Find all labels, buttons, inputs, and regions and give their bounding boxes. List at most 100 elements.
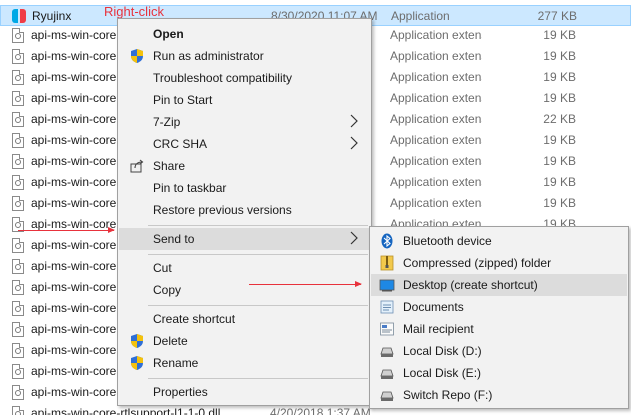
file-name: api-ms-win-core — [31, 322, 117, 336]
menu-item-share[interactable]: Share — [119, 155, 370, 177]
file-name: api-ms-win-core — [31, 49, 117, 63]
dll-file-icon — [12, 238, 24, 253]
context-menu: Open Run as administrator Troubleshoot c… — [117, 18, 372, 406]
send-to-desktop[interactable]: Desktop (create shortcut) — [371, 274, 627, 296]
file-name: api-ms-win-core — [31, 364, 117, 378]
desktop-icon — [379, 279, 395, 292]
uac-shield-icon — [131, 356, 143, 370]
chevron-right-icon — [350, 114, 358, 128]
menu-item-crc-sha[interactable]: CRC SHA — [119, 133, 370, 155]
menu-item-label: Properties — [153, 385, 208, 399]
file-name: api-ms-win-core — [31, 70, 117, 84]
dll-file-icon — [12, 70, 24, 85]
file-name: api-ms-win-core — [31, 91, 117, 105]
menu-item-copy[interactable]: Copy — [119, 279, 370, 301]
menu-item-label: CRC SHA — [153, 137, 208, 151]
send-to-local-disk-e[interactable]: Local Disk (E:) — [371, 362, 627, 384]
file-type: Application extens... — [390, 133, 482, 147]
file-name: api-ms-win-core — [31, 301, 117, 315]
submenu-item-label: Local Disk (D:) — [403, 344, 482, 358]
send-to-documents[interactable]: Documents — [371, 296, 627, 318]
menu-item-label: Run as administrator — [153, 49, 264, 63]
file-size: 19 KB — [543, 154, 576, 168]
menu-separator — [148, 254, 368, 255]
annotation-arrow — [18, 227, 115, 233]
documents-icon — [380, 300, 394, 314]
zip-folder-icon — [380, 255, 394, 271]
annotation-arrow — [249, 281, 362, 287]
send-to-mail[interactable]: Mail recipient — [371, 318, 627, 340]
share-icon — [130, 159, 144, 173]
menu-item-label: Troubleshoot compatibility — [153, 71, 292, 85]
dll-file-icon — [12, 196, 24, 211]
file-name: api-ms-win-core — [31, 280, 117, 294]
file-size: 19 KB — [543, 70, 576, 84]
menu-item-troubleshoot[interactable]: Troubleshoot compatibility — [119, 67, 370, 89]
menu-item-label: Send to — [153, 232, 195, 246]
file-name: api-ms-win-core — [31, 175, 117, 189]
file-size: 19 KB — [543, 91, 576, 105]
submenu-item-label: Bluetooth device — [403, 234, 492, 248]
menu-item-label: 7-Zip — [153, 115, 181, 129]
file-name: api-ms-win-core — [31, 28, 117, 42]
dll-file-icon — [12, 406, 24, 415]
file-size: 19 KB — [543, 28, 576, 42]
dll-file-icon — [12, 301, 24, 316]
menu-separator — [148, 305, 368, 306]
send-to-zip[interactable]: Compressed (zipped) folder — [371, 252, 627, 274]
menu-item-create-shortcut[interactable]: Create shortcut — [119, 308, 370, 330]
menu-item-label: Rename — [153, 356, 199, 370]
menu-item-label: Pin to taskbar — [153, 181, 227, 195]
file-name: api-ms-win-core — [31, 133, 117, 147]
menu-item-pin-taskbar[interactable]: Pin to taskbar — [119, 177, 370, 199]
submenu-item-label: Mail recipient — [403, 322, 474, 336]
menu-item-label: Pin to Start — [153, 93, 213, 107]
file-type: Application — [391, 9, 450, 23]
send-to-switch-repo[interactable]: Switch Repo (F:) — [371, 384, 627, 406]
menu-item-pin-start[interactable]: Pin to Start — [119, 89, 370, 111]
dll-file-icon — [12, 28, 24, 43]
dll-file-icon — [12, 49, 24, 64]
file-name: api-ms-win-core — [31, 385, 117, 399]
menu-item-properties[interactable]: Properties — [119, 381, 370, 403]
file-name: api-ms-win-core — [31, 154, 117, 168]
menu-item-send-to[interactable]: Send to — [119, 228, 370, 250]
menu-separator — [148, 225, 368, 226]
menu-item-label: Delete — [153, 334, 188, 348]
menu-item-cut[interactable]: Cut — [119, 257, 370, 279]
menu-item-label: Cut — [153, 261, 172, 275]
mail-icon — [380, 322, 394, 336]
chevron-right-icon — [350, 136, 358, 150]
menu-item-run-as-admin[interactable]: Run as administrator — [119, 45, 370, 67]
uac-shield-icon — [131, 334, 143, 348]
send-to-bluetooth[interactable]: Bluetooth device — [371, 230, 627, 252]
menu-item-label: Copy — [153, 283, 182, 297]
file-size: 19 KB — [543, 133, 576, 147]
dll-file-icon — [12, 385, 24, 400]
dll-file-icon — [12, 112, 24, 127]
dll-file-icon — [12, 280, 24, 295]
menu-item-label: Share — [153, 159, 186, 173]
menu-item-rename[interactable]: Rename — [119, 352, 370, 374]
file-type: Application extens... — [390, 28, 482, 42]
file-type: Application extens... — [390, 112, 482, 126]
dll-file-icon — [12, 133, 24, 148]
file-name: api-ms-win-core — [31, 196, 117, 210]
uac-shield-icon — [131, 49, 143, 63]
bluetooth-icon — [381, 233, 393, 249]
menu-item-label: Restore previous versions — [153, 203, 292, 217]
menu-item-restore-versions[interactable]: Restore previous versions — [119, 199, 370, 221]
chevron-right-icon — [350, 231, 358, 245]
menu-item-open[interactable]: Open — [119, 23, 370, 45]
file-type: Application extens... — [390, 70, 482, 84]
menu-item-7zip[interactable]: 7-Zip — [119, 111, 370, 133]
file-size: 19 KB — [543, 175, 576, 189]
ryujinx-app-icon — [12, 9, 26, 23]
send-to-local-disk-d[interactable]: Local Disk (D:) — [371, 340, 627, 362]
dll-file-icon — [12, 154, 24, 169]
file-type: Application extens... — [390, 154, 482, 168]
menu-item-delete[interactable]: Delete — [119, 330, 370, 352]
dll-file-icon — [12, 175, 24, 190]
file-size: 19 KB — [543, 196, 576, 210]
dll-file-icon — [12, 91, 24, 106]
